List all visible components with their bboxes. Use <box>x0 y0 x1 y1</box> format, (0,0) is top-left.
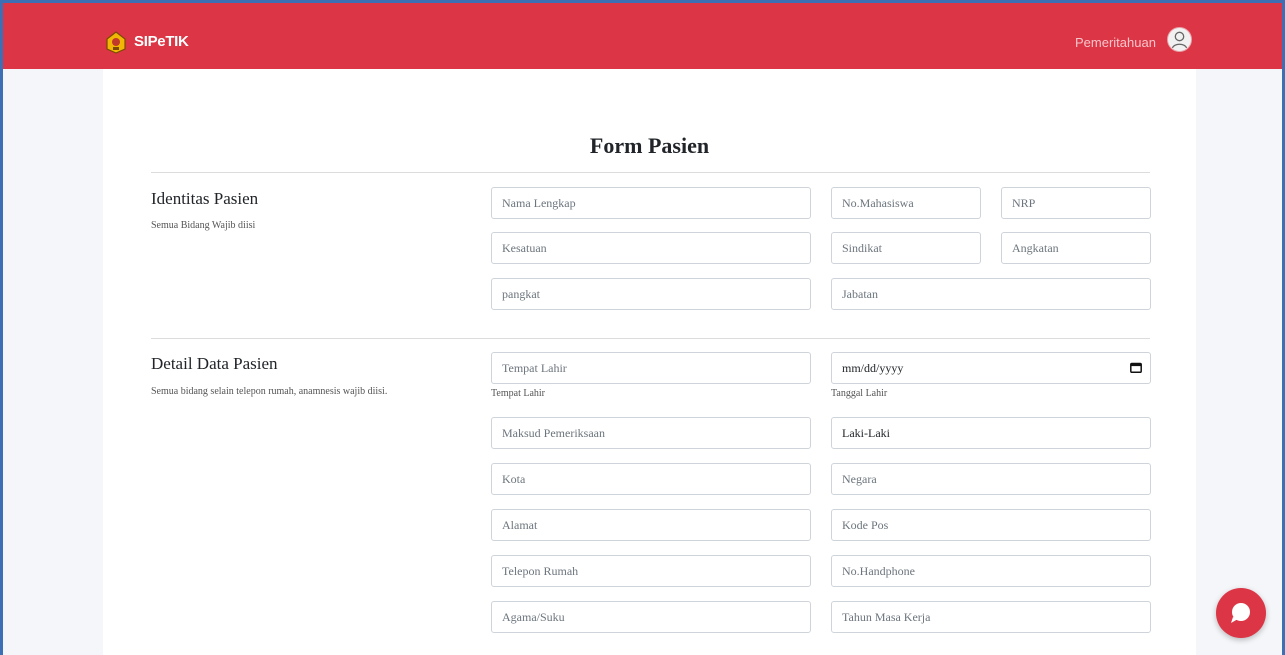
divider <box>151 338 1150 339</box>
tanggal-lahir-help: Tanggal Lahir <box>831 388 888 399</box>
tempat-lahir-input[interactable]: Tempat Lahir <box>491 352 811 384</box>
notification-link[interactable]: Pemeritahuan <box>1075 35 1156 50</box>
emblem-logo[interactable] <box>104 30 128 54</box>
nrp-input[interactable]: NRP <box>1001 187 1151 219</box>
kode-pos-input[interactable]: Kode Pos <box>831 509 1151 541</box>
tanggal-lahir-value: mm/dd/yyyy <box>842 361 904 375</box>
agama-suku-input[interactable]: Agama/Suku <box>491 601 811 633</box>
negara-input[interactable]: Negara <box>831 463 1151 495</box>
form-card: Form Pasien Identitas Pasien Semua Bidan… <box>103 69 1196 655</box>
section-subtitle-detail: Semua bidang selain telepon rumah, anamn… <box>151 386 388 397</box>
sindikat-input[interactable]: Sindikat <box>831 232 981 264</box>
tempat-lahir-help: Tempat Lahir <box>491 388 545 399</box>
tanggal-lahir-input[interactable]: mm/dd/yyyy <box>831 352 1151 384</box>
section-title-identitas: Identitas Pasien <box>151 189 259 208</box>
section-title-detail: Detail Data Pasien <box>151 354 278 373</box>
maksud-pemeriksaan-input[interactable]: Maksud Pemeriksaan <box>491 417 811 449</box>
telepon-rumah-input[interactable]: Telepon Rumah <box>491 555 811 587</box>
nama-lengkap-input[interactable]: Nama Lengkap <box>491 187 811 219</box>
section-subtitle-identitas: Semua Bidang Wajib diisi <box>151 220 256 231</box>
no-handphone-input[interactable]: No.Handphone <box>831 555 1151 587</box>
page-title: Form Pasien <box>589 133 710 158</box>
chat-button[interactable] <box>1216 588 1266 638</box>
kota-input[interactable]: Kota <box>491 463 811 495</box>
calendar-icon[interactable] <box>1130 362 1142 373</box>
chat-bubble-icon <box>1231 603 1250 623</box>
divider <box>151 172 1150 173</box>
pangkat-input[interactable]: pangkat <box>491 278 811 310</box>
tahun-masa-kerja-input[interactable]: Tahun Masa Kerja <box>831 601 1151 633</box>
jabatan-input[interactable]: Jabatan <box>831 278 1151 310</box>
brand-name[interactable]: SIPeTIK <box>134 33 189 50</box>
kesatuan-input[interactable]: Kesatuan <box>491 232 811 264</box>
user-avatar-icon[interactable] <box>1167 27 1192 52</box>
angkatan-input[interactable]: Angkatan <box>1001 232 1151 264</box>
alamat-input[interactable]: Alamat <box>491 509 811 541</box>
jenis-kelamin-select[interactable]: Laki-Laki <box>831 417 1151 449</box>
no-mahasiswa-input[interactable]: No.Mahasiswa <box>831 187 981 219</box>
